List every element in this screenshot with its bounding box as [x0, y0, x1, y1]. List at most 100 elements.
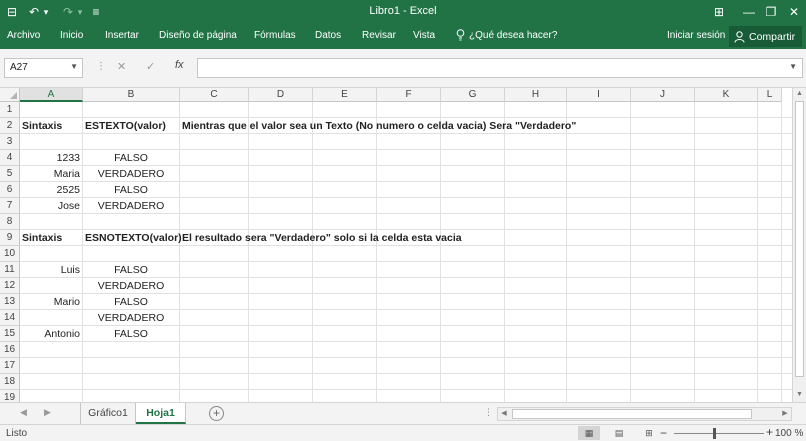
normal-view-icon[interactable]: ▦	[578, 426, 600, 440]
share-button[interactable]: Compartir	[729, 26, 802, 47]
cell-b7[interactable]: VERDADERO	[83, 198, 179, 214]
cell-a4[interactable]: 1233	[20, 150, 82, 166]
scroll-down-icon[interactable]: ▼	[793, 389, 806, 401]
undo-dropdown-icon[interactable]: ▾	[41, 3, 51, 21]
column-header-e[interactable]: E	[313, 88, 377, 102]
zoom-level[interactable]: 100 %	[775, 428, 803, 439]
zoom-slider[interactable]	[674, 433, 764, 434]
row-header-11[interactable]: 11	[0, 262, 20, 278]
horizontal-scrollbar[interactable]: ◀ ▶	[497, 407, 792, 421]
select-all-button[interactable]	[0, 88, 20, 102]
column-header-i[interactable]: I	[567, 88, 631, 102]
cell-b15[interactable]: FALSO	[83, 326, 179, 342]
column-header-b[interactable]: B	[83, 88, 180, 102]
cell-b11[interactable]: FALSO	[83, 262, 179, 278]
column-header-g[interactable]: G	[441, 88, 505, 102]
tab-revisar[interactable]: Revisar	[362, 30, 396, 41]
cell-b9[interactable]: ESNOTEXTO(valor)	[83, 230, 184, 246]
cancel-icon[interactable]: ✕	[117, 60, 126, 73]
row-header-10[interactable]: 10	[0, 246, 20, 262]
column-header-j[interactable]: J	[631, 88, 695, 102]
page-break-view-icon[interactable]: ⊞	[638, 426, 660, 440]
row-header-13[interactable]: 13	[0, 294, 20, 310]
row-header-9[interactable]: 9	[0, 230, 20, 246]
row-header-14[interactable]: 14	[0, 310, 20, 326]
cell-a5[interactable]: Maria	[20, 166, 82, 182]
scroll-left-icon[interactable]: ◀	[498, 408, 510, 420]
row-header-16[interactable]: 16	[0, 342, 20, 358]
redo-dropdown-icon[interactable]: ▾	[75, 3, 85, 21]
row-header-7[interactable]: 7	[0, 198, 20, 214]
vertical-scrollbar[interactable]: ▲ ▼	[792, 88, 806, 402]
formula-input[interactable]: ▼	[197, 58, 803, 78]
row-header-4[interactable]: 4	[0, 150, 20, 166]
tab-diseno-de-pagina[interactable]: Diseño de página	[159, 30, 237, 41]
cell-a7[interactable]: Jose	[20, 198, 82, 214]
sign-in-link[interactable]: Iniciar sesión	[667, 30, 725, 41]
more-options-icon[interactable]: ⋮	[484, 407, 493, 418]
vertical-scroll-thumb[interactable]	[795, 101, 804, 377]
tab-datos[interactable]: Datos	[315, 30, 341, 41]
close-icon[interactable]: ✕	[780, 2, 806, 22]
next-sheet-icon[interactable]: ▶	[44, 407, 51, 418]
cell-a6[interactable]: 2525	[20, 182, 82, 198]
sheet-tab-grafico1[interactable]: Gráfico1	[80, 403, 136, 424]
horizontal-scroll-thumb[interactable]	[512, 409, 752, 419]
column-header-d[interactable]: D	[249, 88, 313, 102]
cell-b14[interactable]: VERDADERO	[83, 310, 179, 326]
save-icon[interactable]: ⊟	[4, 3, 20, 21]
expand-formula-bar-icon[interactable]: ▼	[789, 62, 797, 71]
undo-icon[interactable]: ↶	[26, 3, 42, 21]
redo-icon[interactable]: ↷	[60, 3, 76, 21]
tab-vista[interactable]: Vista	[413, 30, 435, 41]
page-layout-view-icon[interactable]: ▤	[608, 426, 630, 440]
column-header-f[interactable]: F	[377, 88, 441, 102]
cell-a15[interactable]: Antonio	[20, 326, 82, 342]
name-box[interactable]: A27 ▼	[4, 58, 83, 78]
tab-inicio[interactable]: Inicio	[60, 30, 83, 41]
chevron-down-icon[interactable]: ▼	[70, 62, 78, 71]
row-header-18[interactable]: 18	[0, 374, 20, 390]
sheet-tab-hoja1[interactable]: Hoja1	[136, 403, 186, 424]
column-header-k[interactable]: K	[695, 88, 758, 102]
cell-a2[interactable]: Sintaxis	[20, 118, 64, 134]
row-header-8[interactable]: 8	[0, 214, 20, 230]
ribbon-display-options-icon[interactable]: ⊞	[705, 2, 733, 22]
tab-formulas[interactable]: Fórmulas	[254, 30, 296, 41]
row-header-2[interactable]: 2	[0, 118, 20, 134]
row-header-6[interactable]: 6	[0, 182, 20, 198]
add-sheet-icon[interactable]: +	[209, 406, 224, 421]
zoom-in-icon[interactable]: +	[766, 425, 773, 439]
cell-a13[interactable]: Mario	[20, 294, 82, 310]
row-header-3[interactable]: 3	[0, 134, 20, 150]
row-header-12[interactable]: 12	[0, 278, 20, 294]
scroll-right-icon[interactable]: ▶	[779, 408, 791, 420]
cell-b12[interactable]: VERDADERO	[83, 278, 179, 294]
row-header-19[interactable]: 19	[0, 390, 20, 402]
row-header-17[interactable]: 17	[0, 358, 20, 374]
column-header-a[interactable]: A	[20, 88, 83, 102]
tab-archivo[interactable]: Archivo	[7, 30, 40, 41]
cell-b4[interactable]: FALSO	[83, 150, 179, 166]
column-header-l[interactable]: L	[758, 88, 782, 102]
row-header-5[interactable]: 5	[0, 166, 20, 182]
tab-insertar[interactable]: Insertar	[105, 30, 139, 41]
cell-b2[interactable]: ESTEXTO(valor)	[83, 118, 168, 134]
insert-function-icon[interactable]: fx	[175, 59, 184, 71]
column-header-h[interactable]: H	[505, 88, 567, 102]
cell-a9[interactable]: Sintaxis	[20, 230, 64, 246]
row-header-1[interactable]: 1	[0, 102, 20, 118]
cell-b6[interactable]: FALSO	[83, 182, 179, 198]
spreadsheet-grid[interactable]: A B C D E F G H I J K L 1 2 3 4 5 6 7 8 9 10 11 12 13 14 15 16 17 18 1…	[0, 88, 792, 402]
row-header-15[interactable]: 15	[0, 326, 20, 342]
zoom-slider-thumb[interactable]	[713, 428, 716, 439]
column-header-c[interactable]: C	[180, 88, 249, 102]
enter-icon[interactable]: ✓	[146, 60, 155, 73]
cell-a11[interactable]: Luis	[20, 262, 82, 278]
cell-c2[interactable]: Mientras que el valor sea un Texto (No n…	[180, 118, 578, 134]
tell-me-box[interactable]: ¿Qué desea hacer?	[456, 29, 557, 41]
zoom-out-icon[interactable]: −	[660, 426, 667, 440]
formula-bar-grip-icon[interactable]: ⋮	[96, 61, 106, 72]
scroll-up-icon[interactable]: ▲	[793, 88, 806, 100]
cell-b5[interactable]: VERDADERO	[83, 166, 179, 182]
